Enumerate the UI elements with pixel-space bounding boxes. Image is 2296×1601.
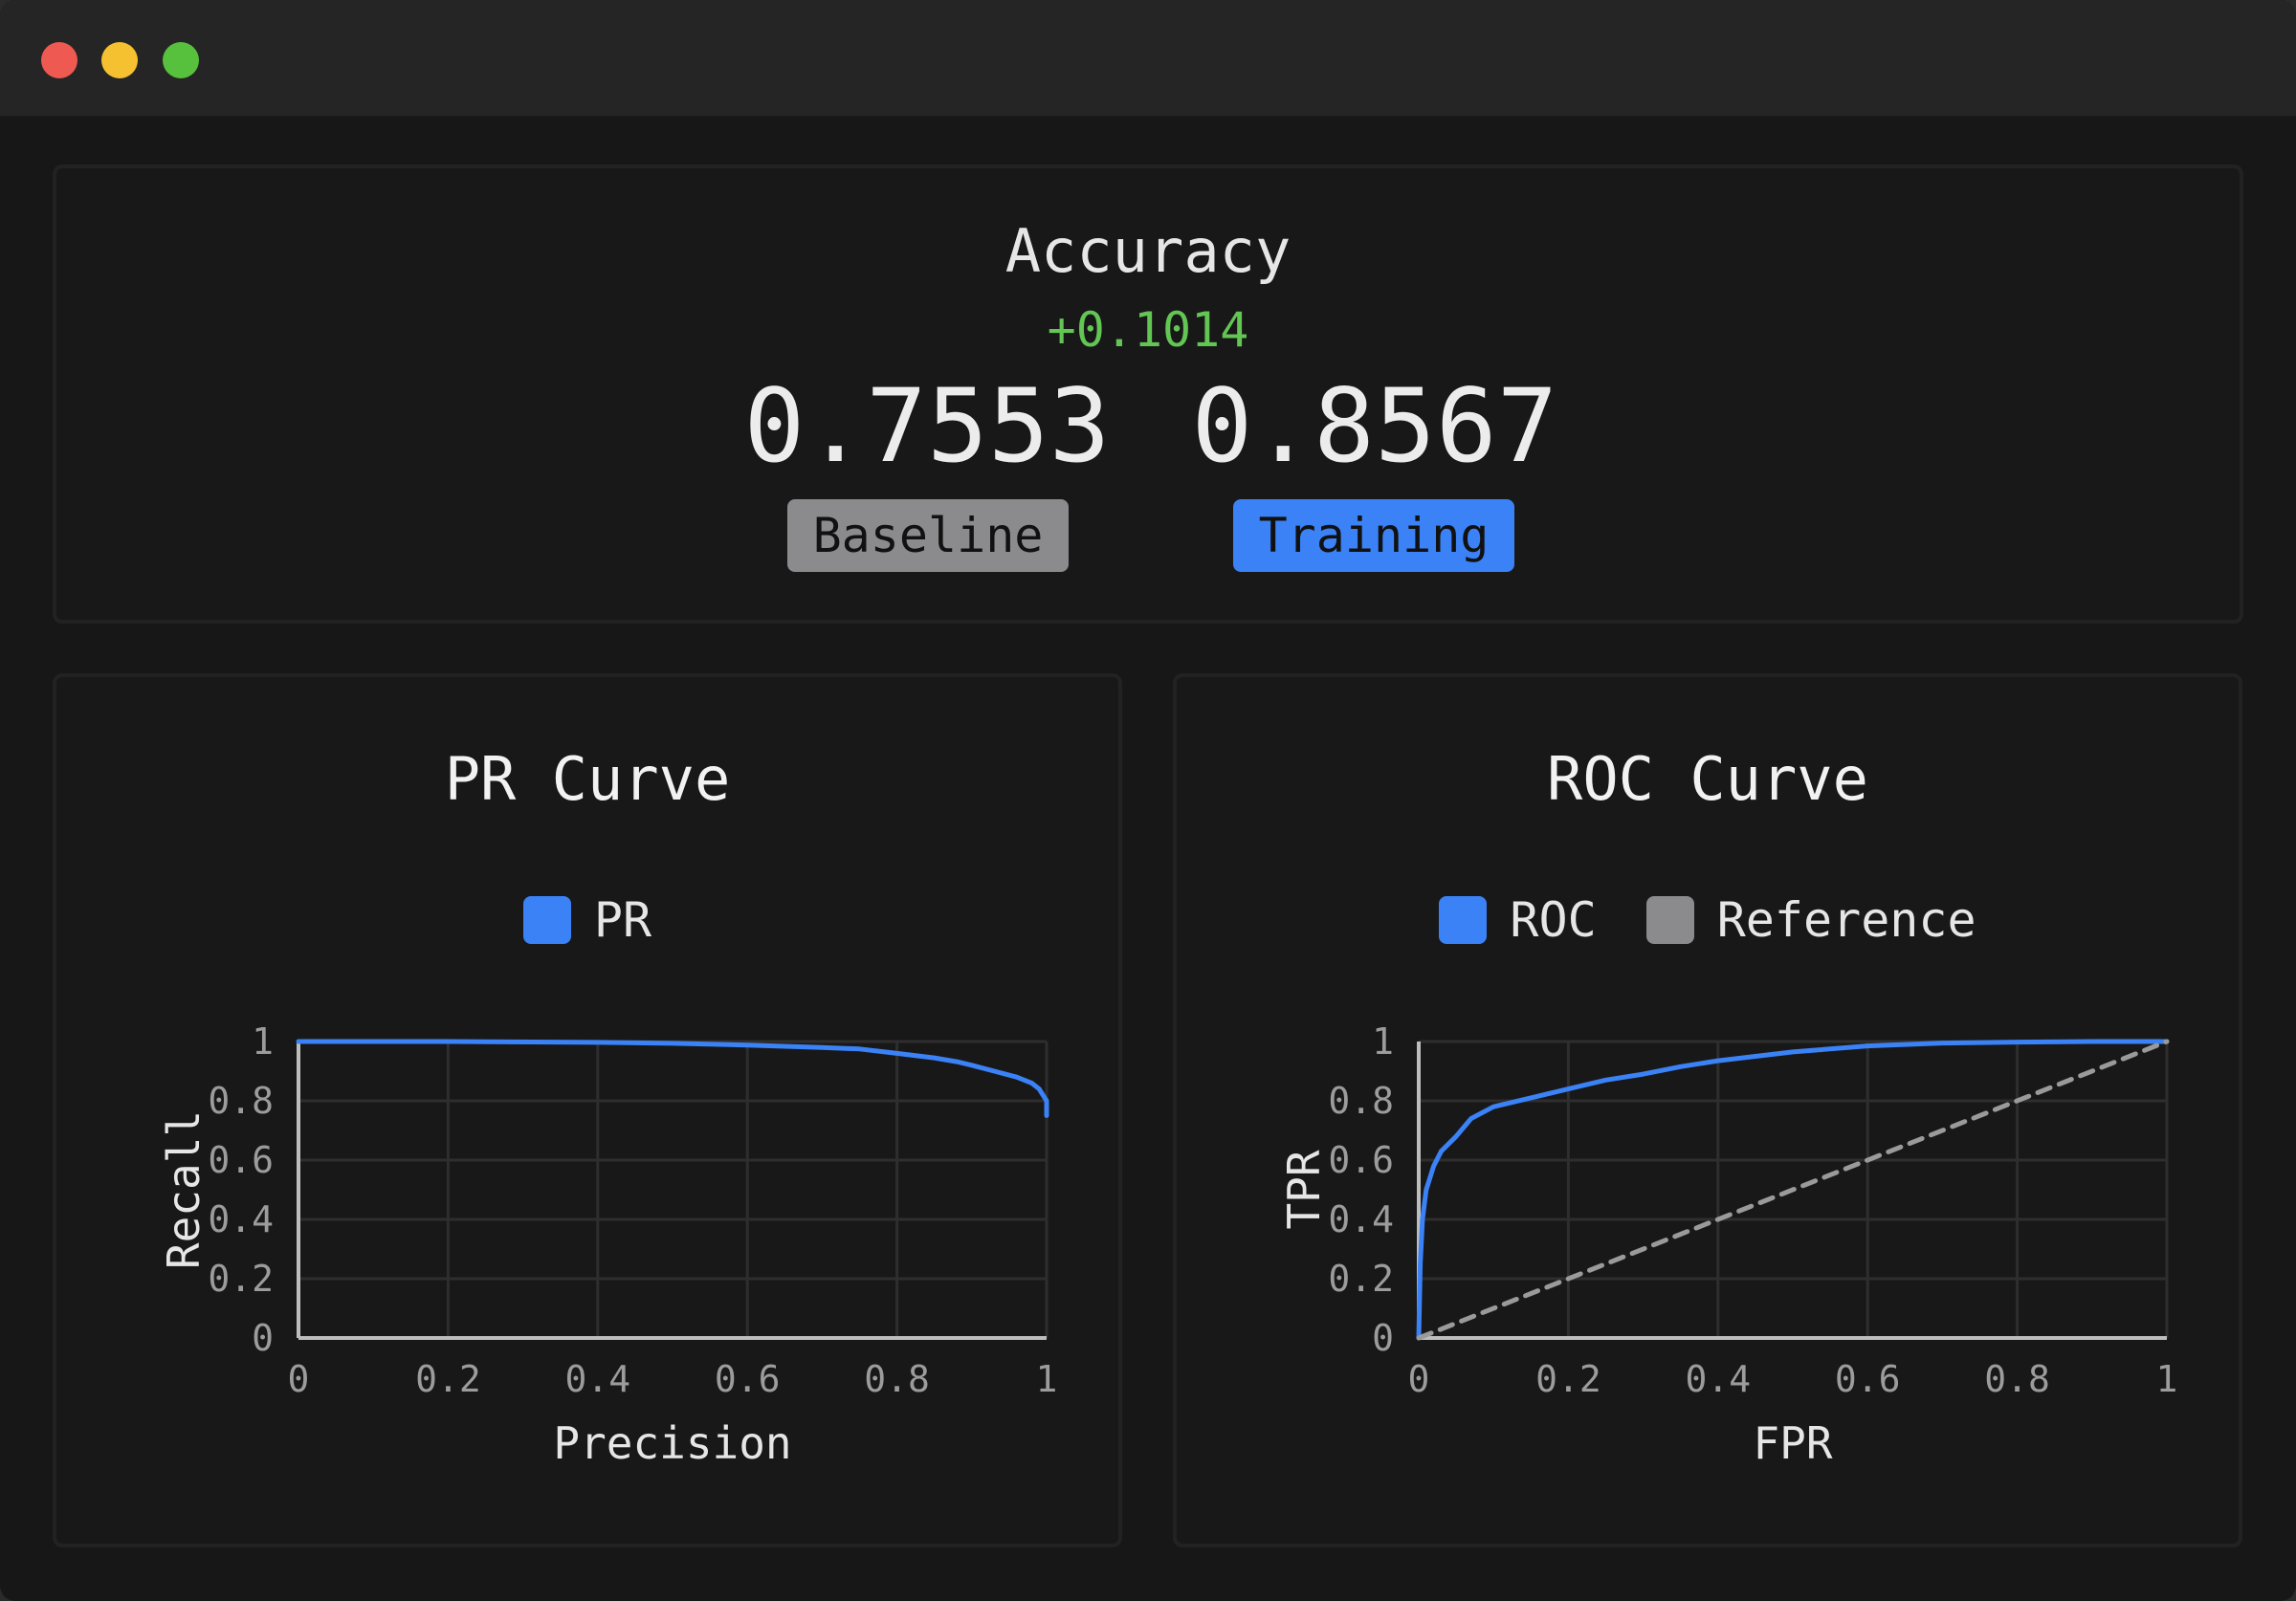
pr-chart: 0 0.2 0.4 0.6 0.8 1 0 0.2 0.4 0.6 0.8 1 Precision Rec… [158, 1020, 1058, 1469]
y-tick-label: 0.4 [1328, 1198, 1394, 1240]
training-accuracy-value: 0.8567 [1191, 367, 1558, 485]
y-tick-label: 1 [1372, 1020, 1394, 1063]
series-line-reference [1416, 1039, 2170, 1341]
x-tick-label: 0.4 [1685, 1358, 1751, 1400]
title-bar [0, 0, 2296, 117]
roc-chart: 0 0.2 0.4 0.6 0.8 1 0 0.2 0.4 0.6 0.8 1 FPR TPR [1278, 1020, 2178, 1469]
x-tick-label: 1 [1036, 1358, 1058, 1400]
x-tick-label: 0.8 [864, 1358, 930, 1400]
baseline-tag: Baseline [787, 499, 1069, 572]
x-tick-label: 0.2 [1535, 1358, 1601, 1400]
y-tick-label: 0.8 [1328, 1080, 1394, 1122]
y-axis-label: TPR [1278, 1150, 1330, 1229]
x-tick-label: 1 [2156, 1358, 2178, 1400]
training-tag: Training [1233, 499, 1514, 572]
maximize-window-button[interactable] [163, 42, 199, 78]
y-tick-label: 0.8 [208, 1080, 274, 1122]
y-tick-label: 0.2 [208, 1258, 274, 1300]
y-tick-label: 0.4 [208, 1198, 274, 1240]
y-tick-label: 0 [252, 1317, 274, 1359]
x-tick-label: 0.6 [715, 1358, 781, 1400]
baseline-accuracy-value: 0.7553 [743, 367, 1111, 485]
minimize-window-button[interactable] [101, 42, 138, 78]
x-tick-label: 0.4 [564, 1358, 630, 1400]
x-axis-label: Precision [553, 1417, 791, 1469]
accuracy-delta: +0.1014 [1047, 302, 1249, 358]
app-window: Accuracy +0.1014 0.7553 0.8567 Baseline … [0, 0, 2296, 1601]
accuracy-panel: Accuracy +0.1014 0.7553 0.8567 Baseline … [53, 164, 2243, 624]
x-tick-label: 0 [288, 1358, 310, 1400]
y-tick-label: 1 [252, 1020, 274, 1063]
x-tick-label: 0.2 [415, 1358, 481, 1400]
x-tick-label: 0.6 [1835, 1358, 1901, 1400]
roc-curve-panel: ROC Curve ROC Reference 0 0.2 0.4 0.6 0.8 1 0 0… [1173, 673, 2242, 1547]
x-axis-label: FPR [1753, 1417, 1832, 1469]
x-tick-label: 0.8 [1984, 1358, 2050, 1400]
y-tick-label: 0.6 [1328, 1139, 1394, 1181]
x-tick-label: 0 [1408, 1358, 1430, 1400]
y-axis-label: Recall [158, 1110, 210, 1269]
y-tick-label: 0.6 [208, 1139, 274, 1181]
close-window-button[interactable] [41, 42, 77, 78]
pr-curve-panel: PR Curve PR 0 0.2 0.4 0.6 0.8 1 0 0.2 0.4 0.6 0.8 1… [53, 673, 1122, 1547]
y-tick-label: 0.2 [1328, 1258, 1394, 1300]
accuracy-title: Accuracy [1004, 216, 1292, 286]
series-line-pr [296, 1039, 1049, 1118]
y-tick-label: 0 [1372, 1317, 1394, 1359]
